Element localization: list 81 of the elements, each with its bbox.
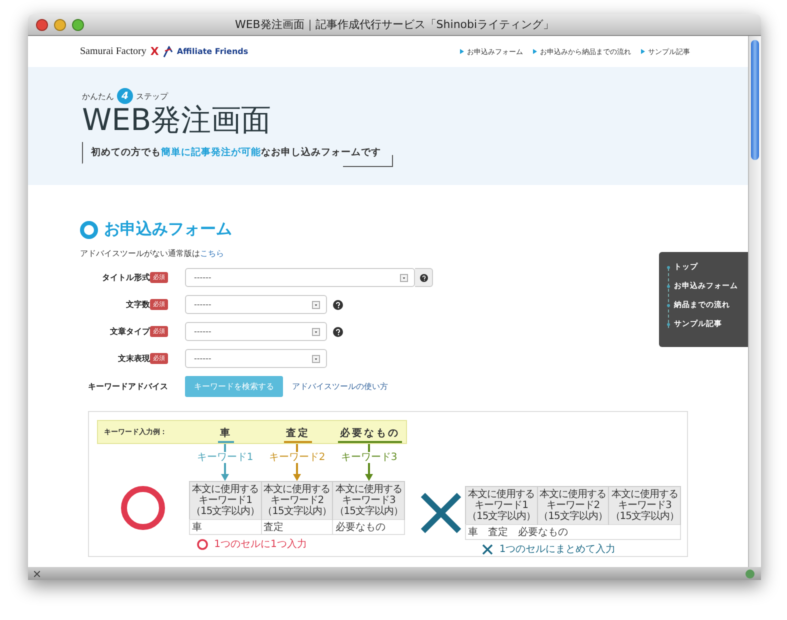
- field-label: 文字数: [126, 299, 150, 310]
- help-link[interactable]: アドバイスツールの使い方: [292, 381, 388, 392]
- field-label: タイトル形式: [102, 272, 150, 283]
- triangle-icon: [641, 49, 645, 54]
- table-header: （15文字以内）: [466, 511, 537, 522]
- help-icon[interactable]: [333, 326, 343, 336]
- dropdown-icon: [312, 300, 320, 308]
- example-word: 必要なもの: [338, 426, 402, 443]
- select-field[interactable]: ------: [185, 322, 327, 341]
- page-title: WEB発注画面: [82, 104, 272, 138]
- dropdown-icon: [312, 354, 320, 362]
- step-number: 4: [117, 88, 133, 104]
- logo-icon: [162, 46, 173, 58]
- logo-text: Affiliate Friends: [176, 47, 248, 56]
- table-header: 本文に使用する: [467, 489, 536, 500]
- steps-text: ステップ: [136, 90, 168, 102]
- table-header: キーワード3: [616, 500, 672, 511]
- table-cell: 必要なもの: [332, 520, 404, 534]
- zoom-button[interactable]: [72, 18, 84, 30]
- field-label: キーワードアドバイス: [88, 381, 168, 392]
- table-cell: 査定: [261, 520, 333, 534]
- dot-icon: [667, 304, 670, 306]
- status-icon: [745, 568, 755, 578]
- field-label: 文末表現: [118, 353, 150, 364]
- dot-icon: [667, 322, 670, 326]
- table-cell: 車 査定 必要なもの: [466, 524, 680, 540]
- select-field[interactable]: ------: [185, 295, 327, 314]
- steps-text: かんたん: [82, 90, 114, 102]
- table-header: キーワード2: [545, 500, 601, 511]
- dropdown-icon: [400, 274, 408, 282]
- down-arrow-icon: [221, 463, 229, 481]
- help-button[interactable]: [415, 268, 433, 287]
- text-link[interactable]: こちら: [200, 249, 224, 258]
- dot-icon: [667, 284, 670, 288]
- table-header: （15文字以内）: [262, 506, 332, 517]
- table-header: 本文に使用する: [610, 489, 679, 500]
- table-header: （15文字以内）: [333, 506, 404, 517]
- table-cell: 車: [190, 520, 262, 534]
- scroll-thumb[interactable]: [751, 40, 759, 160]
- down-arrow-icon: [365, 463, 373, 481]
- select-field[interactable]: ------: [185, 268, 415, 287]
- select-field[interactable]: ------: [185, 349, 327, 368]
- table-header: キーワード1: [474, 500, 530, 511]
- table-header: キーワード3: [340, 495, 396, 506]
- window-title: WEB発注画面｜記事作成代行サービス「Shinobiライティング」: [234, 17, 556, 32]
- help-icon: [420, 274, 428, 282]
- minimize-button[interactable]: [54, 18, 66, 30]
- circle-mark-icon: [197, 538, 208, 550]
- table-header: （15文字以内）: [190, 506, 261, 517]
- table-header: 本文に使用する: [262, 484, 332, 495]
- scrollbar[interactable]: [748, 36, 761, 567]
- down-arrow-icon: [293, 463, 301, 481]
- table-header: （15文字以内）: [609, 511, 680, 522]
- logo-separator: X: [150, 45, 159, 58]
- circle-mark-icon: [120, 485, 166, 531]
- field-label: 文章タイプ: [110, 326, 150, 337]
- example-word: 査定: [284, 426, 312, 443]
- section-title: お申込みフォーム: [104, 219, 232, 240]
- caption-text: 1つのセルに1つ入力: [214, 538, 307, 551]
- ring-icon: [80, 220, 98, 238]
- dot-icon: [667, 266, 670, 268]
- close-icon[interactable]: [34, 570, 40, 576]
- triangle-icon: [460, 49, 464, 54]
- table-header: 本文に使用する: [538, 489, 608, 500]
- close-button[interactable]: [36, 18, 48, 30]
- table-header: キーワード1: [198, 495, 254, 506]
- table-header: （15文字以内）: [538, 511, 608, 522]
- keyword-label: キーワード3: [340, 452, 398, 463]
- table-header: 本文に使用する: [191, 484, 260, 495]
- cross-mark-icon: [418, 490, 464, 536]
- caption-text: 1つのセルにまとめて入力: [499, 542, 616, 556]
- dropdown-icon: [312, 328, 320, 336]
- example-word: 車: [218, 426, 234, 443]
- keyword-label: キーワード1: [196, 452, 254, 463]
- table-header: キーワード2: [269, 495, 325, 506]
- triangle-icon: [533, 49, 537, 54]
- logo-text: Samurai Factory: [80, 46, 146, 57]
- help-icon[interactable]: [333, 300, 343, 310]
- keyword-label: キーワード2: [268, 452, 326, 463]
- table-header: 本文に使用する: [334, 484, 403, 495]
- cross-mark-icon: [482, 544, 494, 554]
